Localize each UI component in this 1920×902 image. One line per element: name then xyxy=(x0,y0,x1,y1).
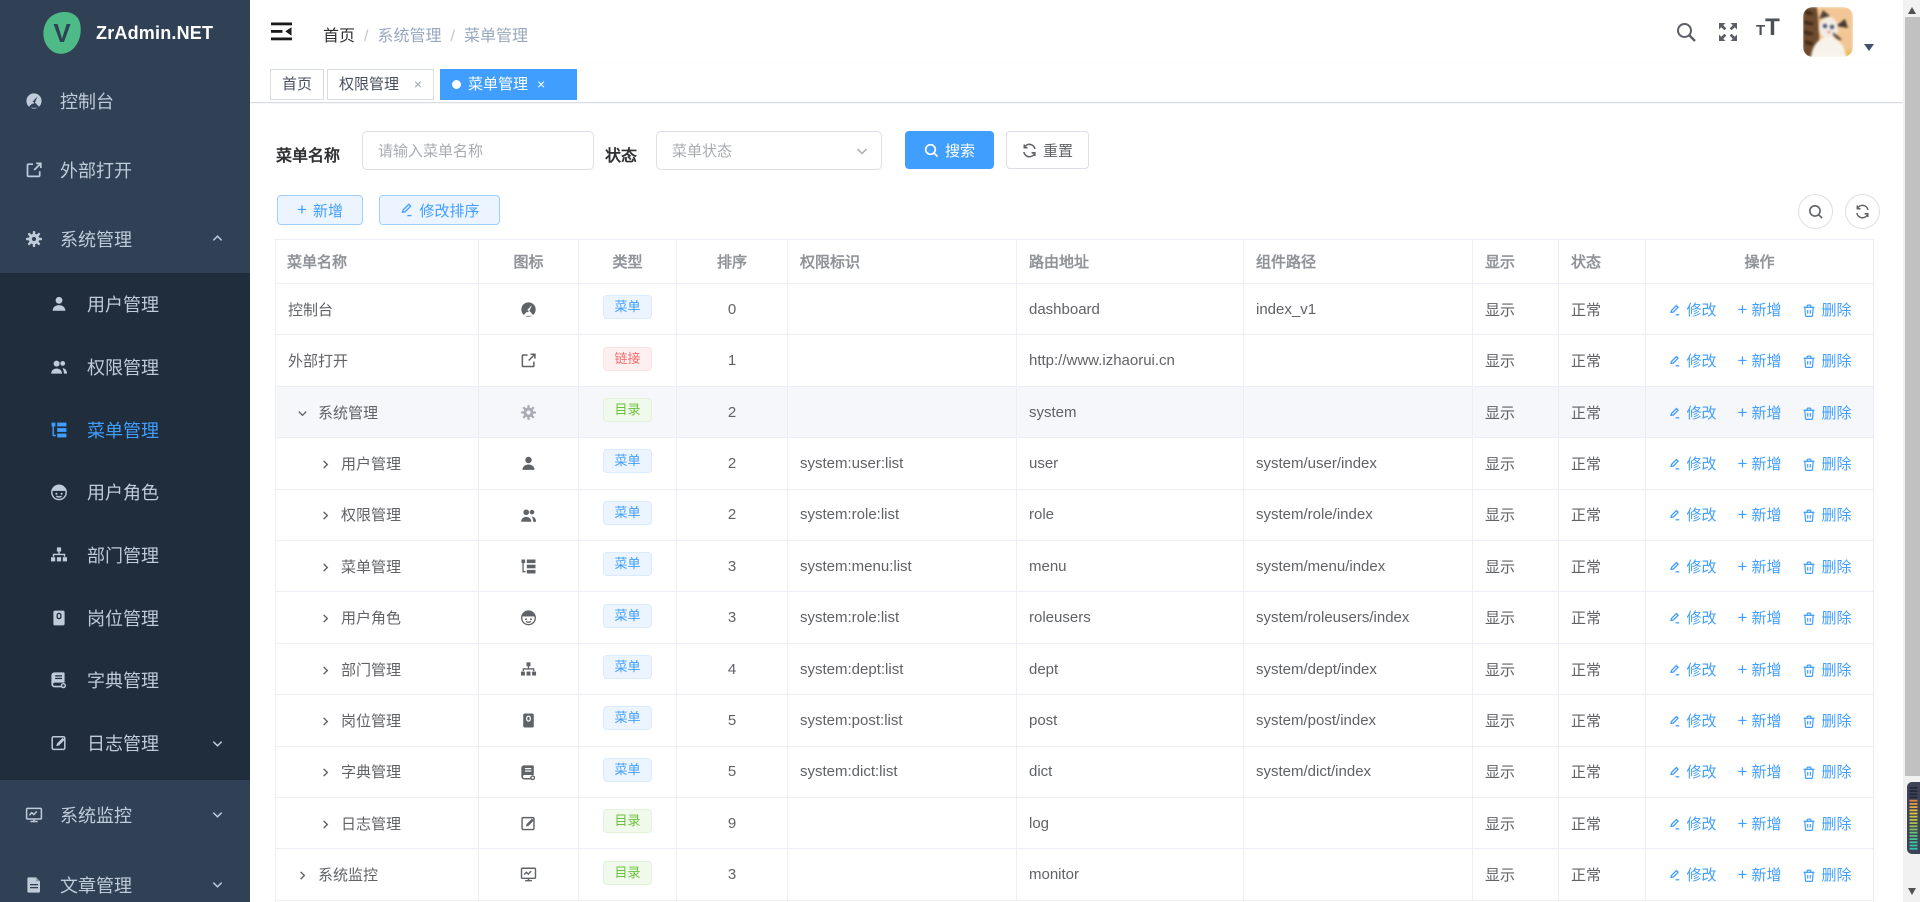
svg-text:V: V xyxy=(53,18,71,48)
